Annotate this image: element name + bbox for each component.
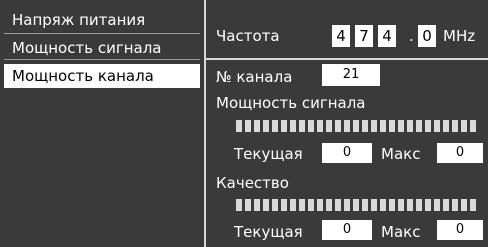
level-segment [461, 120, 467, 132]
level-segment [380, 120, 386, 132]
signal-power-bar [236, 120, 476, 132]
quality-current-value: 0 [322, 220, 372, 240]
menu-item-signal-power[interactable]: Мощность сигнала [4, 36, 200, 60]
level-segment [290, 199, 296, 211]
side-menu: Напряж питания Мощность сигнала Мощность… [0, 0, 206, 247]
level-segment [380, 199, 386, 211]
level-segment [443, 120, 449, 132]
level-segment [407, 199, 413, 211]
level-segment [281, 120, 287, 132]
level-segment [416, 199, 422, 211]
level-segment [398, 120, 404, 132]
level-segment [299, 199, 305, 211]
level-segment [281, 199, 287, 211]
level-segment [407, 120, 413, 132]
level-segment [434, 199, 440, 211]
frequency-label: Частота [216, 27, 280, 45]
level-segment [254, 120, 260, 132]
level-segment [335, 120, 341, 132]
level-segment [425, 199, 431, 211]
level-segment [353, 120, 359, 132]
level-segment [452, 199, 458, 211]
level-segment [263, 199, 269, 211]
signal-current-label: Текущая [234, 145, 303, 163]
level-segment [344, 199, 350, 211]
section-divider [206, 58, 488, 60]
frequency-decimal-point: . [409, 27, 414, 45]
level-segment [398, 199, 404, 211]
menu-item-channel-power[interactable]: Мощность канала [4, 64, 200, 88]
level-segment [308, 120, 314, 132]
level-segment [335, 199, 341, 211]
level-segment [317, 199, 323, 211]
quality-label: Качество [216, 174, 289, 192]
frequency-unit: MHz [443, 27, 476, 45]
quality-bar [236, 199, 476, 211]
level-segment [434, 120, 440, 132]
signal-power-label: Мощность сигнала [216, 94, 366, 112]
level-segment [425, 120, 431, 132]
signal-max-label: Макс [381, 145, 421, 163]
level-segment [236, 120, 242, 132]
frequency-digit-4[interactable]: 0 [418, 25, 436, 47]
level-segment [308, 199, 314, 211]
level-segment [353, 199, 359, 211]
channel-value[interactable]: 21 [322, 64, 380, 86]
level-segment [461, 199, 467, 211]
tuner-screen: Напряж питания Мощность сигнала Мощность… [0, 0, 488, 247]
quality-current-label: Текущая [234, 223, 303, 241]
level-segment [236, 199, 242, 211]
level-segment [389, 120, 395, 132]
level-segment [326, 120, 332, 132]
level-segment [371, 120, 377, 132]
level-segment [245, 120, 251, 132]
level-segment [263, 120, 269, 132]
level-segment [317, 120, 323, 132]
signal-max-value: 0 [437, 143, 483, 163]
signal-current-value: 0 [322, 143, 372, 163]
level-segment [452, 120, 458, 132]
level-segment [290, 120, 296, 132]
channel-label: № канала [216, 68, 293, 86]
level-segment [362, 199, 368, 211]
level-segment [371, 199, 377, 211]
frequency-digit-2[interactable]: 7 [355, 25, 373, 47]
frequency-digit-3[interactable]: 4 [378, 25, 396, 47]
level-segment [245, 199, 251, 211]
level-segment [326, 199, 332, 211]
frequency-digit-1[interactable]: 4 [332, 25, 350, 47]
menu-item-supply-voltage[interactable]: Напряж питания [4, 8, 200, 32]
level-segment [470, 199, 476, 211]
level-segment [299, 120, 305, 132]
menu-divider [4, 33, 200, 34]
level-segment [443, 199, 449, 211]
menu-item-label: Напряж питания [12, 11, 146, 29]
level-segment [470, 120, 476, 132]
menu-item-label: Мощность канала [12, 67, 154, 85]
quality-max-label: Макс [381, 223, 421, 241]
level-segment [344, 120, 350, 132]
level-segment [272, 199, 278, 211]
level-segment [389, 199, 395, 211]
menu-item-label: Мощность сигнала [12, 39, 162, 57]
level-segment [416, 120, 422, 132]
level-segment [362, 120, 368, 132]
level-segment [272, 120, 278, 132]
level-segment [254, 199, 260, 211]
quality-max-value: 0 [437, 220, 483, 240]
